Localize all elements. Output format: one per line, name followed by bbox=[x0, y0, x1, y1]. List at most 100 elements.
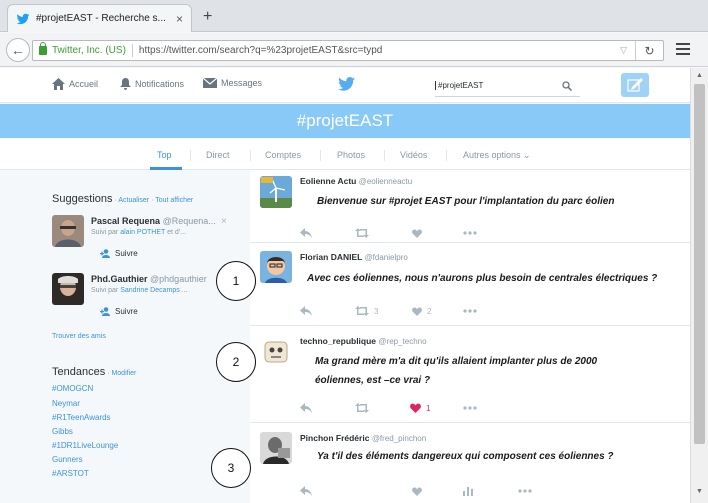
scroll-down-icon[interactable]: ▼ bbox=[696, 488, 703, 495]
nav-messages[interactable]: Messages bbox=[203, 78, 262, 88]
browser-tab[interactable]: #projetEAST - Recherche s... × bbox=[7, 4, 192, 32]
retweet-count: 3 bbox=[374, 306, 379, 316]
tweet-author[interactable]: Florian DANIEL @fdanielpro bbox=[300, 252, 408, 262]
trend-item[interactable]: #ARSTOT bbox=[52, 469, 89, 478]
find-friends-link[interactable]: Trouver des amis bbox=[52, 333, 106, 340]
avatar[interactable] bbox=[52, 273, 84, 305]
tweet[interactable]: Florian DANIEL @fdanielpro Avec ces éoli… bbox=[250, 243, 690, 326]
tab-direct[interactable]: Direct bbox=[206, 150, 230, 160]
dismiss-icon[interactable]: × bbox=[221, 216, 227, 227]
page-scrollbar[interactable]: ▲ ▼ bbox=[690, 68, 708, 503]
trends-modify-link[interactable]: Modifier bbox=[111, 370, 136, 377]
follow-button[interactable]: Suivre bbox=[100, 307, 138, 316]
trend-item[interactable]: #1DR1LiveLounge bbox=[52, 441, 118, 450]
tab-accounts[interactable]: Comptes bbox=[265, 150, 301, 160]
more-icon[interactable] bbox=[463, 309, 477, 313]
tab-close-icon[interactable]: × bbox=[176, 12, 183, 26]
tweet-handle: @fred_pinchon bbox=[371, 434, 427, 443]
nav-notifications[interactable]: Notifications bbox=[120, 78, 184, 90]
trend-item[interactable]: #R1TeenAwards bbox=[52, 413, 111, 422]
reload-icon[interactable]: ↻ bbox=[635, 41, 663, 60]
retweet-button[interactable]: 3 bbox=[355, 306, 378, 316]
reply-icon[interactable] bbox=[300, 306, 312, 316]
trends-header: Tendances · Modifier bbox=[52, 366, 136, 378]
search-banner: #projetEAST bbox=[0, 104, 690, 138]
tweet-text-line2: éoliennes, est –ce vrai ? bbox=[315, 375, 431, 386]
search-tabs: Top Direct Comptes Photos Vidéos Autres … bbox=[0, 139, 690, 170]
compose-tweet-button[interactable] bbox=[621, 73, 649, 97]
trend-item[interactable]: #OMOGCN bbox=[52, 384, 93, 393]
scroll-thumb[interactable] bbox=[694, 84, 705, 444]
suggestion-name[interactable]: Pascal Requena @Requena... bbox=[91, 216, 216, 226]
trend-item[interactable]: Gunners bbox=[52, 455, 83, 464]
followed-by-text: Suivi par alain POTHET et d'... bbox=[91, 229, 186, 236]
address-bar[interactable]: Twitter, Inc. (US) https://twitter.com/s… bbox=[32, 40, 664, 61]
search-icon[interactable] bbox=[562, 80, 572, 91]
followed-by-link[interactable]: Sandrine Decamps bbox=[120, 287, 180, 294]
url-text[interactable]: https://twitter.com/search?q=%23projetEA… bbox=[139, 45, 620, 56]
tab-divider bbox=[446, 150, 447, 161]
follow-button[interactable]: Suivre bbox=[100, 249, 138, 258]
avatar[interactable] bbox=[260, 336, 292, 368]
robot-avatar-icon bbox=[260, 336, 292, 368]
retweet-icon[interactable] bbox=[355, 228, 369, 238]
tweet[interactable]: Eolienne Actu @eolienneactu Bienvenue su… bbox=[250, 170, 690, 243]
trend-item[interactable]: Gibbs bbox=[52, 427, 73, 436]
tweet-actions bbox=[300, 226, 540, 240]
bell-icon bbox=[120, 78, 131, 90]
avatar[interactable] bbox=[260, 176, 292, 208]
cartoon-avatar-icon bbox=[260, 251, 292, 283]
avatar[interactable] bbox=[260, 251, 292, 283]
tab-divider bbox=[250, 150, 251, 161]
scroll-up-icon[interactable]: ▲ bbox=[696, 72, 703, 79]
tab-more-options[interactable]: Autres options ⌄ bbox=[463, 150, 531, 161]
dropdown-arrow-icon[interactable]: ▽ bbox=[620, 45, 627, 56]
twitter-logo-icon[interactable] bbox=[338, 77, 355, 91]
like-icon[interactable] bbox=[412, 487, 422, 496]
search-value[interactable]: #projetEAST bbox=[435, 81, 562, 90]
suggestion-name[interactable]: Phd.Gauthier @phdgauthier bbox=[91, 274, 207, 284]
like-button[interactable]: 2 bbox=[412, 307, 431, 316]
more-icon[interactable] bbox=[463, 231, 477, 235]
like-button[interactable]: 1 bbox=[410, 403, 430, 413]
suggestion-handle: @Requena... bbox=[162, 216, 216, 226]
add-user-icon bbox=[100, 249, 110, 258]
suggestions-title: Suggestions bbox=[52, 193, 113, 205]
more-icon[interactable] bbox=[463, 406, 477, 410]
trend-item[interactable]: Neymar bbox=[52, 399, 80, 408]
show-all-link[interactable]: Tout afficher bbox=[155, 197, 193, 204]
reply-icon[interactable] bbox=[300, 228, 312, 238]
tab-divider bbox=[190, 150, 191, 161]
followed-by-link[interactable]: alain POTHET bbox=[120, 229, 165, 236]
hamburger-menu-icon[interactable] bbox=[676, 43, 690, 58]
tweet-timeline: Eolienne Actu @eolienneactu Bienvenue su… bbox=[250, 170, 690, 503]
tweet[interactable]: techno_republique @rep_techno Ma grand m… bbox=[250, 326, 690, 423]
trends-title: Tendances bbox=[52, 366, 106, 378]
back-button[interactable]: ← bbox=[6, 38, 30, 62]
analytics-icon[interactable] bbox=[463, 486, 473, 496]
tab-photos[interactable]: Photos bbox=[337, 150, 365, 160]
tweet-author[interactable]: Eolienne Actu @eolienneactu bbox=[300, 176, 412, 186]
tweet-author[interactable]: Pinchon Frédéric @fred_pinchon bbox=[300, 433, 426, 443]
search-input[interactable]: #projetEAST bbox=[435, 75, 580, 97]
tab-title: #projetEAST - Recherche s... bbox=[36, 13, 166, 24]
avatar[interactable] bbox=[260, 432, 292, 464]
refresh-link[interactable]: Actualiser bbox=[118, 197, 149, 204]
browser-tabbar: #projetEAST - Recherche s... × + bbox=[0, 0, 708, 32]
more-icon[interactable] bbox=[518, 489, 532, 493]
avatar[interactable] bbox=[52, 215, 84, 247]
reply-icon[interactable] bbox=[300, 403, 312, 413]
tab-top[interactable]: Top bbox=[157, 150, 172, 160]
tweet-author[interactable]: techno_republique @rep_techno bbox=[300, 336, 427, 346]
suggestion-item: Phd.Gauthier @phdgauthier Suivi par Sand… bbox=[50, 273, 240, 323]
new-tab-button[interactable]: + bbox=[203, 8, 212, 26]
reply-icon[interactable] bbox=[300, 486, 312, 496]
envelope-icon bbox=[203, 78, 217, 88]
tweet[interactable]: Pinchon Frédéric @fred_pinchon Ya t'il d… bbox=[250, 423, 690, 503]
tab-videos[interactable]: Vidéos bbox=[400, 150, 427, 160]
followed-by-text: Suivi par Sandrine Decamps ... bbox=[91, 287, 188, 294]
like-icon[interactable] bbox=[412, 229, 422, 238]
tweet-text-line1: Ma grand mère m'a dit qu'ils allaient im… bbox=[315, 356, 598, 367]
retweet-icon[interactable] bbox=[355, 403, 369, 413]
nav-home[interactable]: Accueil bbox=[52, 78, 98, 90]
